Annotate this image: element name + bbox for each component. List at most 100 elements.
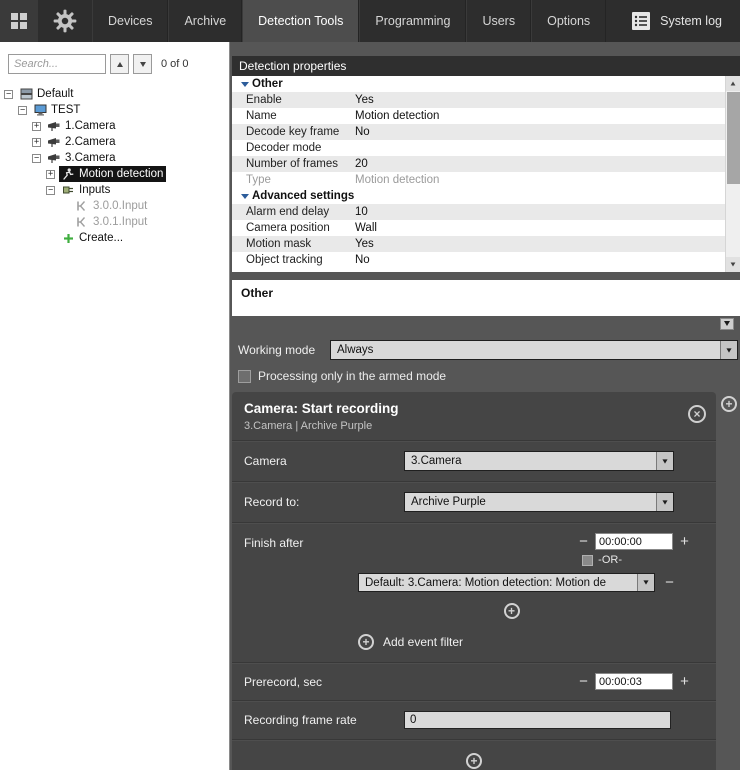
dropdown-button[interactable] [637, 574, 654, 591]
motion-icon [60, 168, 76, 180]
property-row-alarm-end-delay[interactable]: Alarm end delay10 [232, 204, 725, 220]
property-row-type[interactable]: TypeMotion detection [232, 172, 725, 188]
frame-rate-input[interactable] [404, 711, 671, 729]
record-to-select[interactable]: Archive Purple [404, 492, 674, 512]
chevron-down-icon[interactable] [238, 82, 252, 87]
property-row-decoder-mode[interactable]: Decoder mode [232, 140, 725, 156]
property-group-label: Other [252, 78, 283, 90]
tab-devices[interactable]: Devices [92, 0, 168, 42]
add-event-filter-label[interactable]: Add event filter [383, 635, 463, 649]
tree-item-create[interactable]: Create... [0, 230, 229, 246]
tree-item-inputs[interactable]: −Inputs [0, 182, 229, 198]
tree-item-motion-detection[interactable]: +Motion detection [0, 166, 229, 182]
tree-item-default[interactable]: −Default [0, 86, 229, 102]
detection-tools-panel: Detection properties OtherEnableYesNameM… [230, 42, 740, 770]
system-log-button[interactable]: System log [631, 0, 740, 42]
tree-expander[interactable]: + [32, 138, 41, 147]
tree-expander[interactable]: − [18, 106, 27, 115]
property-row-decode-key-frame[interactable]: Decode key frameNo [232, 124, 725, 140]
frame-rate-row: Recording frame rate [232, 700, 716, 739]
camera-label: Camera [244, 454, 404, 468]
collapse-description-button[interactable] [720, 318, 734, 330]
tree-expander[interactable]: + [46, 170, 55, 179]
tree-expander[interactable]: + [32, 122, 41, 131]
scrollbar-thumb[interactable] [727, 92, 740, 184]
or-checkbox[interactable] [582, 555, 593, 566]
scroll-down-button[interactable] [726, 257, 740, 272]
event-filter-value: Default: 3.Camera: Motion detection: Mot… [359, 577, 637, 589]
increase-button[interactable]: + [679, 534, 690, 549]
decrease-button[interactable]: − [578, 534, 589, 549]
tab-options[interactable]: Options [531, 0, 606, 42]
increase-button[interactable]: + [679, 674, 690, 689]
dropdown-button[interactable] [720, 341, 737, 359]
log-icon [631, 11, 651, 31]
property-row-object-tracking[interactable]: Object trackingNo [232, 252, 725, 268]
tree-item-3-0-1-input[interactable]: 3.0.1.Input [0, 214, 229, 230]
search-next-button[interactable] [133, 54, 152, 74]
dropdown-button[interactable] [656, 452, 673, 470]
tree-expander[interactable]: − [46, 186, 55, 195]
prerecord-input[interactable] [595, 673, 673, 690]
tree-item-3-0-0-input[interactable]: 3.0.0.Input [0, 198, 229, 214]
close-icon[interactable]: × [688, 405, 706, 423]
grid-icon [10, 12, 28, 30]
property-name: Enable [232, 94, 355, 106]
add-condition-button[interactable]: + [504, 603, 520, 619]
scroll-up-button[interactable] [726, 76, 740, 91]
property-row-motion-mask[interactable]: Motion maskYes [232, 236, 725, 252]
add-action-row: + [232, 739, 716, 770]
tree-item-1-camera[interactable]: +1.Camera [0, 118, 229, 134]
camera-select[interactable]: 3.Camera [404, 451, 674, 471]
working-mode-row: Working mode Always [232, 340, 740, 360]
tree-item-label: 2.Camera [65, 136, 116, 148]
finish-after-row: Finish after − + -OR- Default: 3.Camera:… [232, 522, 716, 662]
search-prev-button[interactable] [110, 54, 129, 74]
app-menu-button[interactable] [0, 0, 38, 42]
chevron-down-icon[interactable] [238, 194, 252, 199]
tree-item-2-camera[interactable]: +2.Camera [0, 134, 229, 150]
armed-mode-checkbox[interactable] [238, 370, 251, 383]
add-event-filter-icon[interactable]: + [358, 634, 374, 650]
property-row-number-of-frames[interactable]: Number of frames20 [232, 156, 725, 172]
prerecord-row: Prerecord, sec − + [232, 662, 716, 700]
or-row: -OR- [244, 554, 704, 566]
finish-after-input[interactable] [595, 533, 673, 550]
add-action-button[interactable]: + [721, 396, 737, 412]
frame-rate-label: Recording frame rate [244, 713, 404, 727]
prerecord-label: Prerecord, sec [244, 675, 404, 689]
search-input[interactable] [8, 54, 106, 74]
property-value: Wall [355, 222, 725, 234]
action-title: Camera: Start recording [244, 401, 704, 416]
tab-detection-tools[interactable]: Detection Tools [242, 0, 359, 42]
decrease-button[interactable]: − [578, 674, 589, 689]
property-row-camera-position[interactable]: Camera positionWall [232, 220, 725, 236]
property-row-enable[interactable]: EnableYes [232, 92, 725, 108]
gear-icon [52, 8, 78, 34]
property-row-name[interactable]: NameMotion detection [232, 108, 725, 124]
property-group-other[interactable]: Other [232, 76, 725, 92]
add-action-bottom-button[interactable]: + [466, 753, 482, 769]
record-to-select-value: Archive Purple [405, 496, 656, 508]
property-grid-wrap: OtherEnableYesNameMotion detectionDecode… [232, 76, 740, 272]
tree-item-test[interactable]: −TEST [0, 102, 229, 118]
dropdown-button[interactable] [656, 493, 673, 511]
tab-users[interactable]: Users [466, 0, 531, 42]
chevron-down-icon [662, 459, 667, 463]
tree-item-3-camera[interactable]: −3.Camera [0, 150, 229, 166]
remove-event-filter-button[interactable]: − [664, 575, 675, 590]
tree-expander[interactable]: − [4, 90, 13, 99]
event-filter-select[interactable]: Default: 3.Camera: Motion detection: Mot… [358, 573, 655, 592]
tab-archive[interactable]: Archive [168, 0, 242, 42]
settings-button[interactable] [38, 0, 92, 42]
input-icon [74, 200, 90, 212]
working-mode-select[interactable]: Always [330, 340, 738, 360]
scrollbar[interactable] [725, 76, 740, 272]
tree-expander[interactable]: − [32, 154, 41, 163]
chevron-down-icon [643, 580, 648, 584]
event-filter-row: Default: 3.Camera: Motion detection: Mot… [358, 573, 704, 592]
tab-programming[interactable]: Programming [359, 0, 466, 42]
property-group-advanced-settings[interactable]: Advanced settings [232, 188, 725, 204]
property-name: Number of frames [232, 158, 355, 170]
property-description: Other [232, 280, 740, 316]
